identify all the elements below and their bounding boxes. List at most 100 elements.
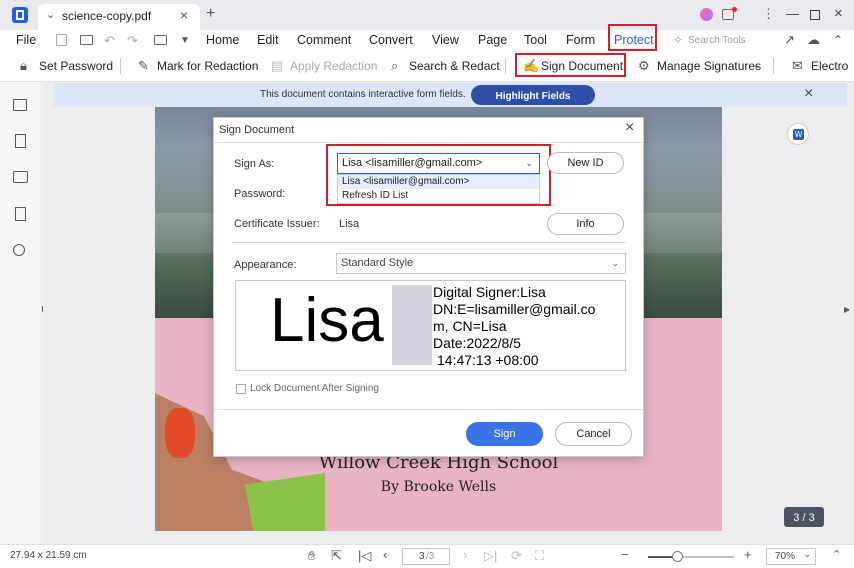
cancel-button[interactable]: Cancel [555,422,632,446]
first-page-icon[interactable]: |◁ [358,549,371,563]
collapse-ribbon-icon[interactable]: ⌃ [833,33,843,47]
close-window-icon[interactable]: × [834,5,843,22]
sign-as-highlight [326,144,551,206]
certificate-issuer-label: Certificate Issuer: [234,218,320,230]
next-page-icon[interactable]: › [463,548,467,562]
zoom-slider-handle[interactable] [672,551,683,562]
word-convert-icon[interactable]: W [787,123,809,145]
chevron-down-icon: ⌄ [611,258,619,268]
lock-icon: 🔒︎ [20,58,27,73]
search-tools-icon: ✧ [673,33,684,47]
title-bar: ⌄ science-copy.pdf × + ⋮ — × [0,0,854,30]
menu-home[interactable]: Home [206,33,239,47]
signature-logo-placeholder [392,285,432,365]
password-label: Password: [234,188,286,200]
signature-preview: Lisa Digital Signer:Lisa DN:E=lisamiller… [235,280,626,371]
new-tab-icon[interactable]: + [206,5,215,23]
lock-document-label: Lock Document After Signing [250,383,379,394]
page-badge: 3 / 3 [784,507,824,527]
signer-details: Digital Signer:Lisa DN:E=lisamiller@gmai… [433,284,595,369]
attachment-icon[interactable] [15,207,26,221]
close-tab-icon[interactable]: × [180,7,188,23]
page-badge-text: 3 / 3 [793,512,815,524]
redo-icon[interactable]: ↷ [127,34,138,48]
zoom-out-icon[interactable]: − [621,548,629,562]
author-name: By Brooke Wells [380,479,497,495]
menu-comment[interactable]: Comment [297,33,351,47]
menu-edit[interactable]: Edit [257,33,279,47]
share-icon[interactable]: ↗ [784,33,795,47]
cloud-upload-icon[interactable]: ☁ [807,33,820,47]
undo-icon[interactable]: ↶ [104,34,115,48]
search-tools-input[interactable]: Search Tools [688,35,746,46]
expand-right-panel-icon[interactable]: ▶ [844,305,850,314]
close-notice-icon[interactable]: × [804,85,813,103]
page-number-input[interactable]: 3 /3 [402,548,450,565]
menu-file[interactable]: File [16,33,36,47]
signer-line: m, CN=Lisa [433,318,507,334]
manage-signatures-button[interactable]: Manage Signatures [657,59,761,73]
search-icon[interactable] [13,244,25,256]
electronic-signature-button[interactable]: Electro [811,59,848,73]
signer-line: Date:2022/8/5 [433,335,521,351]
zoom-slider[interactable] [648,551,734,562]
lock-document-checkbox[interactable] [236,384,246,394]
apply-redaction-button[interactable]: Apply Redaction [290,59,377,73]
menu-convert[interactable]: Convert [369,33,413,47]
more-icon[interactable]: ⋮ [762,6,775,22]
new-id-button[interactable]: New ID [547,152,624,174]
mark-redaction-icon: ✎ [138,58,149,73]
thumbnails-icon[interactable] [13,99,27,111]
left-sidebar: ▶ [0,82,48,544]
zoom-in-icon[interactable]: + [744,548,752,562]
sign-button[interactable]: Sign [466,422,543,446]
close-dialog-icon[interactable]: × [625,119,634,137]
menu-page[interactable]: Page [478,33,507,47]
previous-page-icon[interactable]: ‹ [383,548,387,562]
electronic-signature-icon: ✉ [792,58,803,73]
last-page-icon[interactable]: ▷| [484,549,497,563]
menu-form[interactable]: Form [566,33,595,47]
zoom-select[interactable]: 70% ⌄ [766,548,816,565]
appearance-select[interactable]: Standard Style ⌄ [336,253,626,274]
manage-signatures-icon: ⚙ [638,58,650,73]
mark-for-redaction-button[interactable]: Mark for Redaction [157,59,258,73]
tab-title: science-copy.pdf [62,9,152,23]
avatar[interactable] [700,8,713,21]
menu-bar: File ↶ ↷ ▼ Home Edit Comment Convert Vie… [0,24,854,52]
info-button[interactable]: Info [547,213,624,235]
search-redact-icon: ⌕ [391,58,399,73]
bookmark-icon[interactable] [15,134,26,148]
form-fields-notice: This document contains interactive form … [53,83,847,107]
set-password-button[interactable]: Set Password [39,59,113,73]
apply-redaction-icon: ▤ [271,58,284,73]
notice-text: This document contains interactive form … [260,89,466,100]
menu-tool[interactable]: Tool [524,33,547,47]
sign-as-label: Sign As: [234,158,275,170]
page-dimensions: 27.94 x 21.59 cm [10,550,87,561]
quick-access-dropdown-icon[interactable]: ▼ [180,34,190,48]
comment-icon[interactable] [13,171,28,183]
fit-page-icon[interactable]: ⛶ [535,549,544,563]
print-icon[interactable] [154,35,167,45]
status-bar: 27.94 x 21.59 cm ✋︎ ⇱ |◁ ‹ 3 /3 › ▷| ⟳ ⛶… [0,544,854,568]
sign-document-highlight [515,53,626,77]
hand-tool-icon[interactable]: ✋︎ [308,549,315,563]
select-tool-icon[interactable]: ⇱ [331,549,342,563]
menu-view[interactable]: View [432,33,459,47]
rotate-icon[interactable]: ⟳ [511,549,522,563]
collapse-icon[interactable]: ⌃ [832,548,841,562]
minimize-icon[interactable]: — [786,6,799,21]
chevron-down-icon: ⌄ [803,549,811,559]
highlight-fields-button[interactable]: Highlight Fields [471,85,595,105]
save-icon[interactable] [56,34,67,46]
chevron-down-icon[interactable]: ⌄ [46,8,55,21]
signer-line: 14:47:13 +08:00 [437,352,539,368]
dialog-title: Sign Document [219,124,295,136]
maximize-icon[interactable] [810,10,820,20]
chevron-down-icon[interactable]: ⌄ [753,60,761,71]
mail-icon[interactable] [80,35,93,45]
document-tab[interactable]: ⌄ science-copy.pdf × [38,4,200,30]
signer-line: Digital Signer:Lisa [433,284,546,300]
search-redact-button[interactable]: Search & Redact [409,59,500,73]
